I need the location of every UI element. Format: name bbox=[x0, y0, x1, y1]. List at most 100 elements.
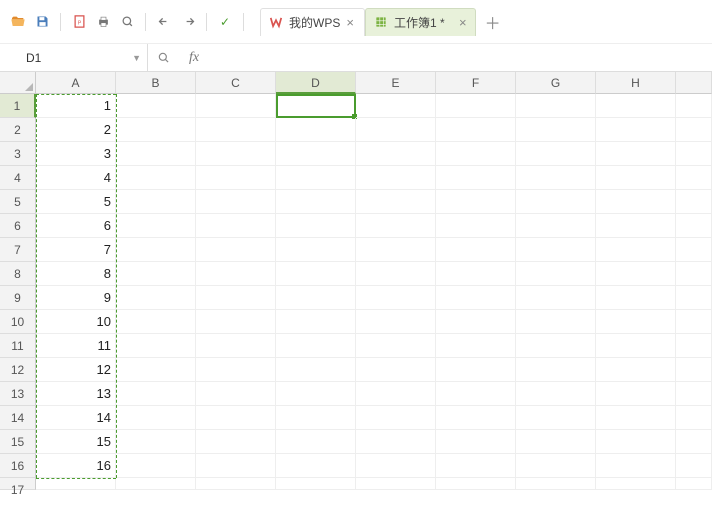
cell[interactable] bbox=[516, 310, 596, 334]
cell[interactable] bbox=[276, 214, 356, 238]
cell[interactable] bbox=[436, 166, 516, 190]
cell[interactable] bbox=[676, 190, 712, 214]
cell[interactable] bbox=[196, 310, 276, 334]
cell[interactable] bbox=[196, 430, 276, 454]
cell[interactable] bbox=[596, 214, 676, 238]
cell[interactable] bbox=[196, 142, 276, 166]
cell[interactable] bbox=[436, 478, 516, 490]
cell[interactable] bbox=[516, 118, 596, 142]
cell[interactable] bbox=[276, 286, 356, 310]
cell[interactable]: 11 bbox=[36, 334, 116, 358]
cell[interactable] bbox=[276, 430, 356, 454]
cell[interactable] bbox=[116, 262, 196, 286]
cell[interactable] bbox=[116, 430, 196, 454]
cell[interactable] bbox=[356, 214, 436, 238]
cell[interactable] bbox=[676, 94, 712, 118]
row-header[interactable]: 11 bbox=[0, 334, 36, 358]
check-icon[interactable]: ✓ bbox=[215, 12, 235, 32]
row-header[interactable]: 14 bbox=[0, 406, 36, 430]
new-tab-button[interactable]: ＋ bbox=[482, 11, 504, 33]
cell[interactable] bbox=[276, 406, 356, 430]
row-header[interactable]: 6 bbox=[0, 214, 36, 238]
row-header[interactable]: 16 bbox=[0, 454, 36, 478]
column-header[interactable]: E bbox=[356, 72, 436, 94]
cell[interactable] bbox=[276, 142, 356, 166]
cell[interactable] bbox=[356, 406, 436, 430]
cell[interactable]: 13 bbox=[36, 382, 116, 406]
cell[interactable] bbox=[436, 454, 516, 478]
save-icon[interactable] bbox=[32, 12, 52, 32]
cell[interactable] bbox=[116, 382, 196, 406]
cell[interactable] bbox=[436, 406, 516, 430]
cell[interactable] bbox=[116, 334, 196, 358]
column-header[interactable]: G bbox=[516, 72, 596, 94]
cell[interactable] bbox=[676, 214, 712, 238]
cell[interactable] bbox=[516, 406, 596, 430]
row-header[interactable]: 2 bbox=[0, 118, 36, 142]
cell[interactable]: 6 bbox=[36, 214, 116, 238]
cell[interactable] bbox=[676, 382, 712, 406]
cell[interactable] bbox=[196, 454, 276, 478]
cell[interactable] bbox=[116, 358, 196, 382]
cell[interactable] bbox=[676, 406, 712, 430]
column-header[interactable]: H bbox=[596, 72, 676, 94]
cell[interactable] bbox=[596, 478, 676, 490]
cell[interactable] bbox=[676, 334, 712, 358]
cell[interactable]: 5 bbox=[36, 190, 116, 214]
cell[interactable]: 9 bbox=[36, 286, 116, 310]
cell[interactable] bbox=[116, 166, 196, 190]
cell[interactable] bbox=[116, 310, 196, 334]
cell[interactable] bbox=[356, 478, 436, 490]
cell[interactable] bbox=[356, 94, 436, 118]
cell[interactable] bbox=[276, 334, 356, 358]
cell[interactable] bbox=[516, 430, 596, 454]
cell[interactable] bbox=[676, 118, 712, 142]
cell[interactable] bbox=[196, 94, 276, 118]
row-header[interactable]: 3 bbox=[0, 142, 36, 166]
cell[interactable] bbox=[596, 190, 676, 214]
cell[interactable] bbox=[596, 430, 676, 454]
cell[interactable] bbox=[676, 478, 712, 490]
cell[interactable] bbox=[516, 286, 596, 310]
cell[interactable] bbox=[356, 238, 436, 262]
cell[interactable] bbox=[436, 190, 516, 214]
cell[interactable] bbox=[436, 238, 516, 262]
cell[interactable] bbox=[596, 94, 676, 118]
cell[interactable]: 7 bbox=[36, 238, 116, 262]
row-header[interactable]: 1 bbox=[0, 94, 36, 118]
column-header[interactable] bbox=[676, 72, 712, 94]
cell[interactable] bbox=[276, 166, 356, 190]
cell[interactable] bbox=[356, 142, 436, 166]
cell[interactable] bbox=[356, 430, 436, 454]
cell[interactable] bbox=[276, 382, 356, 406]
cell[interactable] bbox=[516, 262, 596, 286]
cell[interactable] bbox=[196, 286, 276, 310]
export-pdf-icon[interactable]: P bbox=[69, 12, 89, 32]
fx-icon[interactable]: fx bbox=[186, 50, 202, 66]
cell[interactable] bbox=[276, 190, 356, 214]
row-header[interactable]: 17 bbox=[0, 478, 36, 490]
cell[interactable] bbox=[436, 94, 516, 118]
cell[interactable] bbox=[356, 358, 436, 382]
cell[interactable] bbox=[356, 118, 436, 142]
select-all-corner[interactable] bbox=[0, 72, 36, 94]
cell[interactable] bbox=[596, 406, 676, 430]
cell[interactable] bbox=[676, 430, 712, 454]
cell[interactable] bbox=[516, 382, 596, 406]
cell[interactable] bbox=[596, 382, 676, 406]
cell[interactable] bbox=[676, 142, 712, 166]
cell[interactable]: 14 bbox=[36, 406, 116, 430]
cell[interactable] bbox=[596, 262, 676, 286]
cell[interactable] bbox=[356, 454, 436, 478]
cell[interactable] bbox=[516, 190, 596, 214]
cell[interactable] bbox=[516, 358, 596, 382]
cell[interactable] bbox=[36, 478, 116, 490]
cell[interactable] bbox=[116, 406, 196, 430]
cell[interactable] bbox=[436, 334, 516, 358]
row-header[interactable]: 10 bbox=[0, 310, 36, 334]
cell[interactable] bbox=[116, 454, 196, 478]
cell[interactable] bbox=[276, 358, 356, 382]
open-icon[interactable] bbox=[8, 12, 28, 32]
cell[interactable] bbox=[596, 310, 676, 334]
cell[interactable] bbox=[676, 310, 712, 334]
